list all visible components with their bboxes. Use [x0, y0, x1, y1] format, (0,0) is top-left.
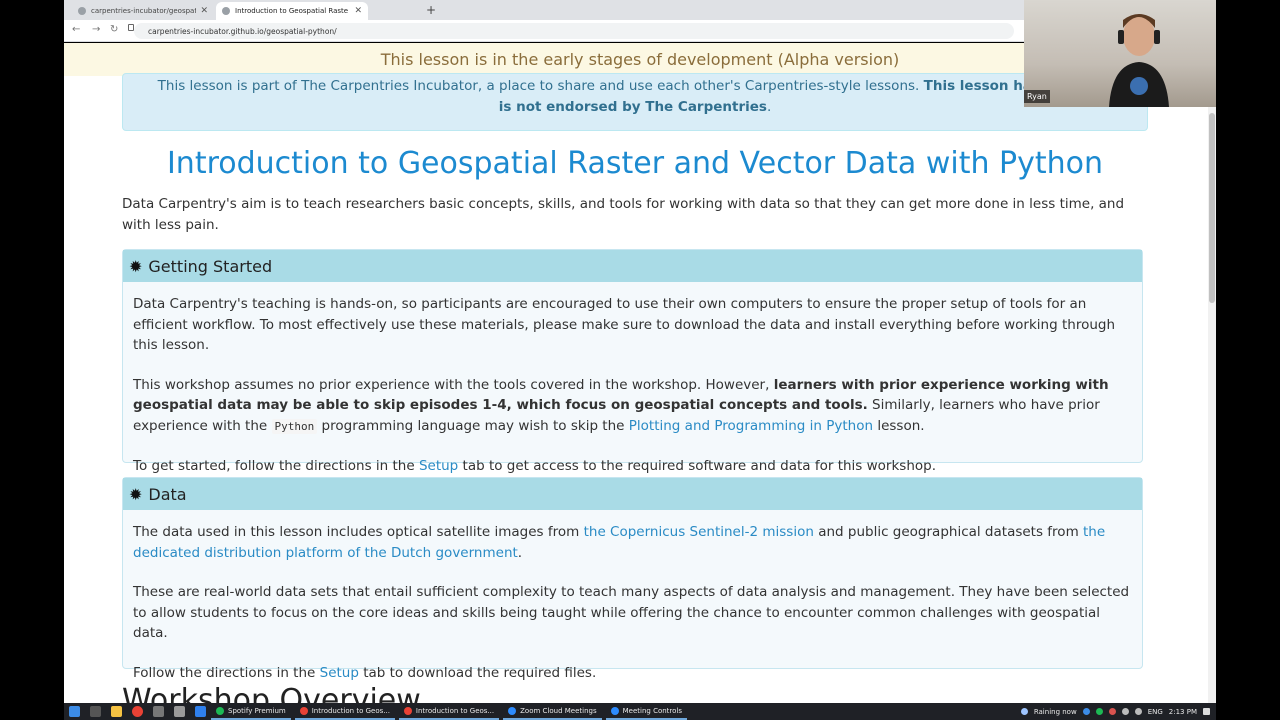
windows-start-icon[interactable] [69, 706, 80, 717]
text-run: and public geographical datasets from [813, 524, 1084, 540]
taskbar-app-zoom[interactable]: Zoom Cloud Meetings [503, 703, 602, 720]
text-run: This workshop assumes no prior experienc… [133, 376, 774, 393]
taskbar-app-label: Introduction to Geos... [415, 706, 495, 715]
page-favicon-icon [222, 7, 230, 15]
zoom-icon [508, 706, 517, 715]
clock[interactable]: 2:13 PM [1169, 708, 1197, 716]
callout-getting-started: ✹ Getting Started Data Carpentry's teach… [122, 249, 1143, 474]
github-favicon-icon [78, 7, 86, 15]
setup-link[interactable]: Setup [320, 665, 359, 681]
forward-icon[interactable]: → [92, 24, 100, 35]
new-tab-button[interactable]: + [426, 3, 436, 17]
text-run: programming language may wish to skip th… [317, 417, 629, 434]
callout-title: Getting Started [148, 256, 273, 276]
page-title: Introduction to Geospatial Raster and Ve… [166, 146, 1104, 181]
callout-header: ✹ Data [123, 478, 1142, 510]
participant-name-label: Ryan [1024, 90, 1050, 103]
copernicus-link[interactable]: the Copernicus Sentinel-2 mission [584, 524, 814, 540]
system-tray: Raining now ENG 2:13 PM [1015, 708, 1216, 716]
text-run: To get started, follow the directions in… [133, 458, 419, 474]
sun-icon: ✹ [129, 256, 143, 276]
plotting-lesson-link[interactable]: Plotting and Programming in Python [629, 418, 873, 434]
back-icon[interactable]: ← [72, 24, 80, 35]
incubator-link[interactable]: The Carpentries Incubator [301, 78, 478, 94]
taskbar-app-chrome-1[interactable]: Introduction to Geos... [294, 703, 395, 720]
sun-icon: ✹ [129, 484, 143, 504]
text-run: Follow the directions in the [133, 664, 320, 681]
text-run: tab to get access to the required softwa… [458, 458, 937, 474]
tab-github[interactable]: carpentries-incubator/geospatial ✕ [72, 2, 214, 20]
app-icon[interactable] [153, 706, 164, 717]
browser-tab-strip: carpentries-incubator/geospatial ✕ Intro… [64, 0, 1024, 20]
setup-link[interactable]: Setup [419, 458, 458, 474]
text-run: tab to download the required files. [358, 664, 597, 681]
task-view-icon[interactable] [90, 706, 101, 717]
scroll-thumb[interactable] [1209, 113, 1215, 303]
url-text: carpentries-incubator.github.io/geospati… [148, 26, 337, 36]
tray-icon[interactable] [1095, 708, 1103, 715]
tab-label: carpentries-incubator/geospatial [91, 7, 197, 15]
weather-icon [1020, 708, 1028, 715]
spotify-icon [216, 706, 224, 715]
terminal-icon[interactable] [174, 706, 185, 717]
tray-icon[interactable] [1108, 708, 1116, 715]
text-run: . [517, 544, 523, 561]
vscode-icon[interactable] [195, 706, 206, 717]
taskbar-app-meeting-controls[interactable]: Meeting Controls [605, 703, 688, 720]
inline-code: Python [271, 418, 318, 434]
chrome-icon[interactable] [132, 706, 143, 717]
callout-header: ✹ Getting Started [123, 250, 1142, 282]
taskbar-app-label: Meeting Controls [622, 706, 683, 715]
section-heading-overview: Workshop Overview [122, 683, 421, 703]
close-icon[interactable]: ✕ [200, 6, 208, 16]
taskbar-app-label: Introduction to Geos... [311, 706, 390, 715]
taskbar-app-spotify[interactable]: Spotify Premium [211, 703, 291, 720]
text-run: lesson. [873, 417, 925, 434]
lock-icon[interactable] [128, 24, 134, 31]
getting-started-p1: Data Carpentry's teaching is hands-on, s… [133, 296, 1116, 353]
browser-toolbar: ← → ↻ carpentries-incubator.github.io/ge… [64, 20, 1024, 42]
text-run: The data used in this lesson includes op… [133, 524, 584, 540]
screen: carpentries-incubator/geospatial ✕ Intro… [0, 0, 1280, 720]
webcam-video [1024, 0, 1216, 107]
intro-paragraph: Data Carpentry's aim is to teach researc… [122, 196, 1125, 233]
chrome-icon [299, 706, 308, 715]
incubator-end: . [766, 99, 772, 115]
taskbar: Spotify Premium Introduction to Geos... … [64, 703, 1216, 720]
language-indicator[interactable]: ENG [1148, 708, 1163, 716]
zoom-icon [610, 706, 619, 715]
getting-started-p2: This workshop assumes no prior experienc… [133, 375, 1132, 438]
callout-title: Data [148, 484, 187, 504]
network-icon[interactable] [1134, 708, 1142, 715]
incubator-bold-2: is not endorsed by The Carpentries [498, 99, 767, 115]
chrome-icon [403, 706, 412, 715]
file-explorer-icon[interactable] [111, 706, 122, 717]
callout-body: The data used in this lesson includes op… [123, 510, 1142, 693]
reload-icon[interactable]: ↻ [110, 24, 118, 35]
data-p3: Follow the directions in the Setup tab t… [133, 663, 1132, 684]
notification-icon[interactable] [1203, 708, 1210, 715]
tray-icon[interactable] [1082, 708, 1090, 715]
taskbar-app-chrome-2[interactable]: Introduction to Geos... [398, 703, 500, 720]
volume-icon[interactable] [1121, 708, 1129, 715]
taskbar-app-label: Zoom Cloud Meetings [520, 706, 597, 715]
taskbar-app-label: Spotify Premium [228, 706, 286, 715]
callout-body: Data Carpentry's teaching is hands-on, s… [123, 282, 1142, 487]
tab-lesson[interactable]: Introduction to Geospatial Raste ✕ [216, 2, 368, 20]
incubator-mid: , a place to share and use each other's … [477, 78, 924, 94]
incubator-prefix: This lesson is part of [157, 78, 302, 94]
page-scrollbar[interactable] [1208, 103, 1216, 703]
callout-data: ✹ Data The data used in this lesson incl… [122, 477, 1143, 681]
incubator-notice: This lesson is part of The Carpentries I… [122, 73, 1148, 131]
page-content: This lesson is in the early stages of de… [64, 43, 1216, 703]
participant-video-icon [1109, 14, 1169, 107]
getting-started-p3: To get started, follow the directions in… [133, 456, 1132, 477]
data-p1: The data used in this lesson includes op… [133, 522, 1132, 563]
tab-label: Introduction to Geospatial Raste [235, 7, 349, 15]
close-icon[interactable]: ✕ [354, 6, 362, 16]
address-bar[interactable]: carpentries-incubator.github.io/geospati… [134, 23, 1014, 39]
weather-text[interactable]: Raining now [1034, 708, 1077, 716]
data-p2: These are real-world data sets that enta… [133, 584, 1130, 641]
